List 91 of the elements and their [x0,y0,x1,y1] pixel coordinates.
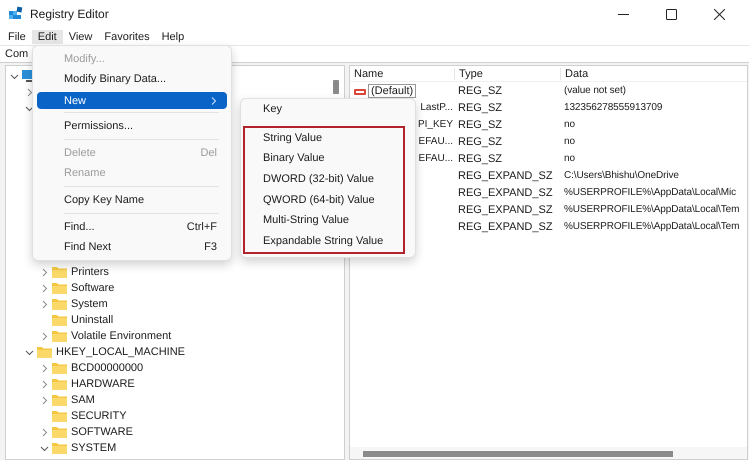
chevron-right-icon[interactable] [40,396,49,404]
scrollbar-thumb[interactable] [363,451,673,457]
chevron-right-icon[interactable] [40,300,49,308]
menu-item[interactable]: Find Next F3 [37,237,227,257]
menu-item[interactable]: New [37,92,227,109]
tree-item[interactable]: Volatile Environment [70,330,172,342]
menu-item[interactable]: String Value [245,128,403,148]
menu-item[interactable]: File [2,30,32,44]
tree-item[interactable]: HKEY_LOCAL_MACHINE [55,346,185,358]
menu-item[interactable]: View [62,30,98,44]
maximize-icon[interactable] [666,8,677,20]
shortcut-label: Ctrl+F [186,221,217,233]
table-cell-text: C:\Users\Bhishu\OneDrive [563,170,680,181]
scrollbar-thumb[interactable] [333,80,339,94]
menu-item[interactable]: Multi-String Value [245,210,403,231]
folder-icon [52,442,67,454]
value-name[interactable]: EFAU... [418,153,453,164]
folder-icon [52,282,67,294]
column-header[interactable]: Name [350,68,454,80]
menu-item[interactable]: Permissions... [37,116,227,136]
folder-icon [52,330,67,342]
chevron-right-icon[interactable] [40,428,49,436]
tree-item[interactable]: Software [70,282,114,294]
chevron-right-icon[interactable] [40,364,49,372]
chevron-right-icon[interactable] [40,380,49,388]
folder-icon [52,266,67,278]
table-cell-text: 132356278555913709 [563,102,664,113]
tree-item[interactable]: BCD00000000 [70,362,144,374]
chevron-right-icon[interactable] [25,88,34,96]
close-icon[interactable] [714,8,725,20]
value-name[interactable]: PI_KEY [418,119,453,130]
address-field[interactable]: Com [5,48,28,60]
table-cell-text: no [563,136,576,147]
table-cell-text: REG_EXPAND_SZ [457,220,554,232]
menu-item[interactable]: Copy Key Name [37,190,227,210]
menu-item[interactable]: QWORD (64-bit) Value [245,189,403,210]
value-name[interactable]: LastP... [420,102,453,113]
tree-item[interactable]: Printers [70,266,109,278]
table-cell-text: REG_SZ [457,102,504,114]
table-cell-text: REG_EXPAND_SZ [457,186,554,198]
menu-item[interactable]: Find... Ctrl+F [37,217,227,237]
menu-item[interactable]: Binary Value [245,148,403,169]
menu-item[interactable]: DWORD (32-bit) Value [245,168,403,190]
folder-icon [52,394,67,406]
registry-icon [8,6,24,22]
table-cell-text: REG_EXPAND_SZ [457,170,554,182]
folder-icon [52,410,67,422]
tree-item[interactable]: SOFTWARE [70,426,133,438]
menu-item[interactable]: Edit [32,30,63,44]
folder-icon [52,378,67,390]
folder-icon [52,362,67,374]
shortcut-label: Del [200,147,217,159]
chevron-right-icon[interactable] [40,268,49,276]
table-cell-text: REG_EXPAND_SZ [457,204,554,216]
column-header[interactable]: Data [560,68,747,80]
folder-icon [37,346,52,358]
menu-item[interactable]: Expandable String Value [245,230,403,252]
window-title: Registry Editor [30,7,109,21]
chevron-down-icon[interactable] [25,348,34,356]
tree-item[interactable]: Uninstall [70,314,114,326]
table-cell-text: REG_SZ [457,136,504,148]
chevron-down-icon[interactable] [10,72,19,80]
table-cell-text: %USERPROFILE%\AppData\Local\Tem [563,204,740,215]
table-cell-text: REG_SZ [457,118,504,130]
shortcut-label: F3 [204,241,217,253]
table-cell-text: %USERPROFILE%\AppData\Local\Tem [563,221,740,232]
table-cell-text: no [563,153,576,164]
value-name[interactable]: (Default) [368,84,416,98]
folder-icon [52,314,67,326]
table-cell-text: REG_SZ [457,152,504,164]
table-cell-text: REG_SZ [457,84,504,96]
menu-item[interactable]: Modify Binary Data... [37,69,227,89]
chevron-right-icon[interactable] [40,284,49,292]
column-header[interactable]: Type [454,68,560,80]
tree-item[interactable]: SECURITY [70,410,127,422]
value-name[interactable]: EFAU... [418,136,453,147]
table-cell-text: %USERPROFILE%\AppData\Local\Mic [563,187,737,198]
tree-item[interactable]: HARDWARE [70,378,135,390]
chevron-down-icon[interactable] [40,444,49,452]
tree-item[interactable]: System [70,298,108,310]
table-cell-text: no [563,119,576,130]
chevron-down-icon[interactable] [25,104,34,112]
table-cell-text: (value not set) [563,85,627,96]
tree-item[interactable]: SAM [70,394,95,406]
menu-item[interactable]: Favorites [98,30,156,44]
folder-icon [52,426,67,438]
menu-item[interactable]: Help [156,30,190,44]
tree-item[interactable]: SYSTEM [70,442,116,454]
menu-item[interactable]: Key [245,99,411,120]
folder-icon [52,298,67,310]
chevron-right-icon[interactable] [40,332,49,340]
